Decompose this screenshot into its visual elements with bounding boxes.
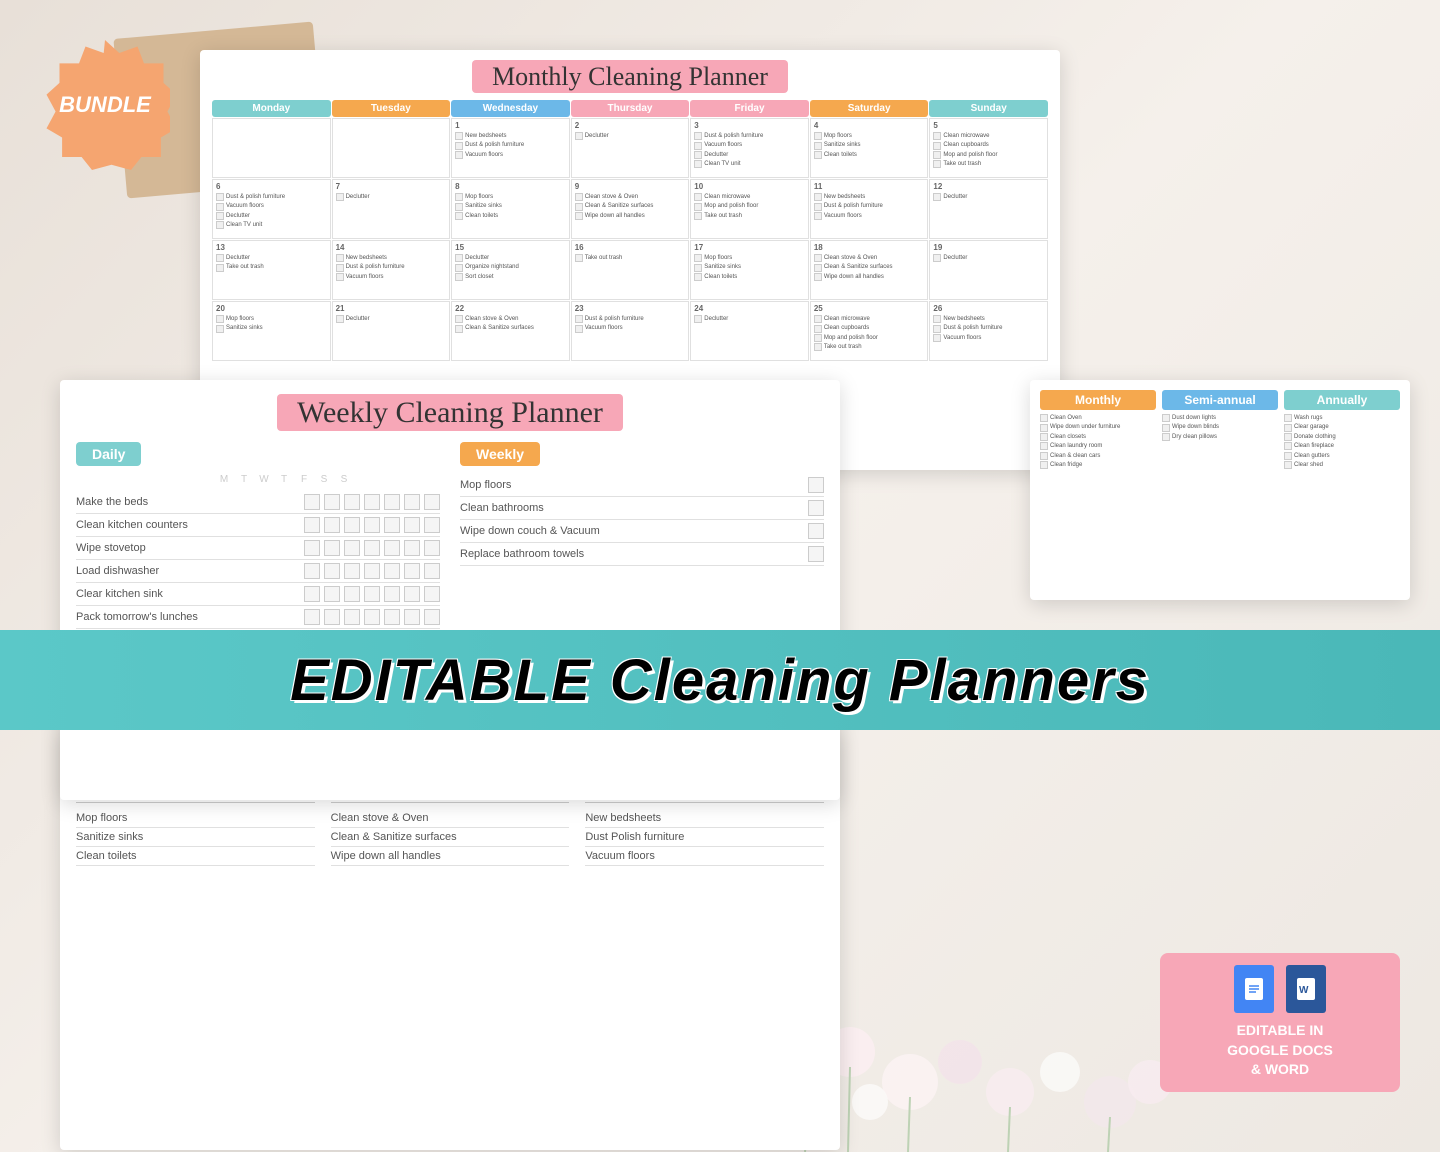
icons-row: W: [1176, 965, 1384, 1013]
list-item: Clean kitchen counters: [76, 514, 440, 537]
list-item: Clean gutters: [1284, 452, 1400, 460]
bundle-badge-shape: BUNDLE: [40, 40, 170, 170]
list-item: Wash rugs: [1284, 414, 1400, 422]
daily-label: Daily: [76, 442, 141, 466]
list-item: Clean toilets: [76, 847, 315, 866]
day-header-monday: Monday: [212, 100, 331, 117]
monthly-header: Monthly: [1040, 390, 1156, 410]
day-cell: [332, 118, 451, 178]
editable-in-badge: W EDITABLE IN GOOGLE DOCS & WORD: [1160, 953, 1400, 1092]
day-cell: 26 New bedsheets Dust & polish furniture…: [929, 301, 1048, 361]
day-cell: 17 Mop floors Sanitize sinks Clean toile…: [690, 240, 809, 300]
list-item: Clear shed: [1284, 461, 1400, 469]
list-item: Clean stove & Oven: [331, 809, 570, 828]
list-item: Dust down lights: [1162, 414, 1278, 422]
day-cell: 23 Dust & polish furniture Vacuum floors: [571, 301, 690, 361]
list-item: Load dishwasher: [76, 560, 440, 583]
monthly-planner-title: Monthly Cleaning Planner: [212, 62, 1048, 92]
list-item: Clean fridge: [1040, 461, 1156, 469]
day-cell: 19 Declutter: [929, 240, 1048, 300]
semi-annual-header: Semi-annual: [1162, 390, 1278, 410]
day-cell: 15 Declutter Organize nightstand Sort cl…: [451, 240, 570, 300]
list-item: Dust Polish furniture: [585, 828, 824, 847]
day-header-sunday: Sunday: [929, 100, 1048, 117]
semi-annual-column: Semi-annual Dust down lights Wipe down b…: [1162, 390, 1278, 470]
day-cell: 14 New bedsheets Dust & polish furniture…: [332, 240, 451, 300]
list-item: Dry clean pillows: [1162, 433, 1278, 441]
day-cell: 1 New bedsheets Dust & polish furniture …: [451, 118, 570, 178]
weekly-planner-card: Weekly Cleaning Planner Daily M T W T F …: [60, 380, 840, 800]
day-cell: 24 Declutter: [690, 301, 809, 361]
list-item: Clean & clean cars: [1040, 452, 1156, 460]
monthly-grid: Monday Tuesday Wednesday Thursday Friday…: [212, 100, 1048, 361]
svg-text:W: W: [1299, 985, 1309, 996]
list-item: Wipe down all handles: [331, 847, 570, 866]
list-item: Sanitize sinks: [76, 828, 315, 847]
day-cell: 2 Declutter: [571, 118, 690, 178]
editable-banner: EDITABLE Cleaning Planners: [0, 630, 1440, 730]
day-cell: 9 Clean stove & Oven Clean & Sanitize su…: [571, 179, 690, 239]
day-cell: 7 Declutter: [332, 179, 451, 239]
day-cell: 6 Dust & polish furniture Vacuum floors …: [212, 179, 331, 239]
list-item: Mop floors: [460, 474, 824, 497]
editable-text: EDITABLE Cleaning Planners: [290, 647, 1150, 714]
day-cell: [212, 118, 331, 178]
days-row: M T W T F S S: [76, 474, 440, 485]
list-item: Wipe down blinds: [1162, 423, 1278, 431]
list-item: Donate clothing: [1284, 433, 1400, 441]
list-item: Clean fireplace: [1284, 442, 1400, 450]
list-item: Pack tomorrow's lunches: [76, 606, 440, 629]
list-item: Clear garage: [1284, 423, 1400, 431]
list-item: Clean & Sanitize surfaces: [331, 828, 570, 847]
day-cell: 22 Clean stove & Oven Clean & Sanitize s…: [451, 301, 570, 361]
day-header-friday: Friday: [690, 100, 809, 117]
weekly-planner-title: Weekly Cleaning Planner: [76, 396, 824, 430]
day-cell: 10 Clean microwave Mop and polish floor …: [690, 179, 809, 239]
day-cell: 20 Mop floors Sanitize sinks: [212, 301, 331, 361]
day-header-tuesday: Tuesday: [332, 100, 451, 117]
day-header-wednesday: Wednesday: [451, 100, 570, 117]
monthly-column: Monthly Clean Oven Wipe down under furni…: [1040, 390, 1156, 470]
list-item: Clean laundry room: [1040, 442, 1156, 450]
day-header-thursday: Thursday: [571, 100, 690, 117]
list-item: Clean bathrooms: [460, 497, 824, 520]
annually-header: Annually: [1284, 390, 1400, 410]
annually-column: Annually Wash rugs Clear garage Donate c…: [1284, 390, 1400, 470]
day-cell: 25 Clean microwave Clean cupboards Mop a…: [810, 301, 929, 361]
day-cell: 18 Clean stove & Oven Clean & Sanitize s…: [810, 240, 929, 300]
list-item: Replace bathroom towels: [460, 543, 824, 566]
bundle-label: BUNDLE: [59, 92, 151, 118]
editable-in-text: EDITABLE IN GOOGLE DOCS & WORD: [1176, 1021, 1384, 1080]
day-cell: 21 Declutter: [332, 301, 451, 361]
day-cell: 11 New bedsheets Dust & polish furniture…: [810, 179, 929, 239]
list-item: Wipe down couch & Vacuum: [460, 520, 824, 543]
day-cell: 16 Take out trash: [571, 240, 690, 300]
list-item: Vacuum floors: [585, 847, 824, 866]
day-cell: 13 Declutter Take out trash: [212, 240, 331, 300]
weekly-label: Weekly: [460, 442, 540, 466]
list-item: Wipe down under furniture: [1040, 423, 1156, 431]
list-item: Wipe stovetop: [76, 537, 440, 560]
list-item: Clean closets: [1040, 433, 1156, 441]
list-item: Make the beds: [76, 491, 440, 514]
list-item: Mop floors: [76, 809, 315, 828]
google-docs-icon: [1234, 965, 1274, 1013]
list-item: New bedsheets: [585, 809, 824, 828]
day-cell: 12 Declutter: [929, 179, 1048, 239]
bundle-badge: BUNDLE: [40, 40, 170, 170]
list-item: Clean Oven: [1040, 414, 1156, 422]
list-item: Clear kitchen sink: [76, 583, 440, 606]
day-cell: 3 Dust & polish furniture Vacuum floors …: [690, 118, 809, 178]
day-cell: 5 Clean microwave Clean cupboards Mop an…: [929, 118, 1048, 178]
day-cell: 4 Mop floors Sanitize sinks Clean toilet…: [810, 118, 929, 178]
period-grid: Monthly Clean Oven Wipe down under furni…: [1040, 390, 1400, 470]
period-card: Monthly Clean Oven Wipe down under furni…: [1030, 380, 1410, 600]
day-cell: 8 Mop floors Sanitize sinks Clean toilet…: [451, 179, 570, 239]
day-header-saturday: Saturday: [810, 100, 929, 117]
word-icon: W: [1286, 965, 1326, 1013]
